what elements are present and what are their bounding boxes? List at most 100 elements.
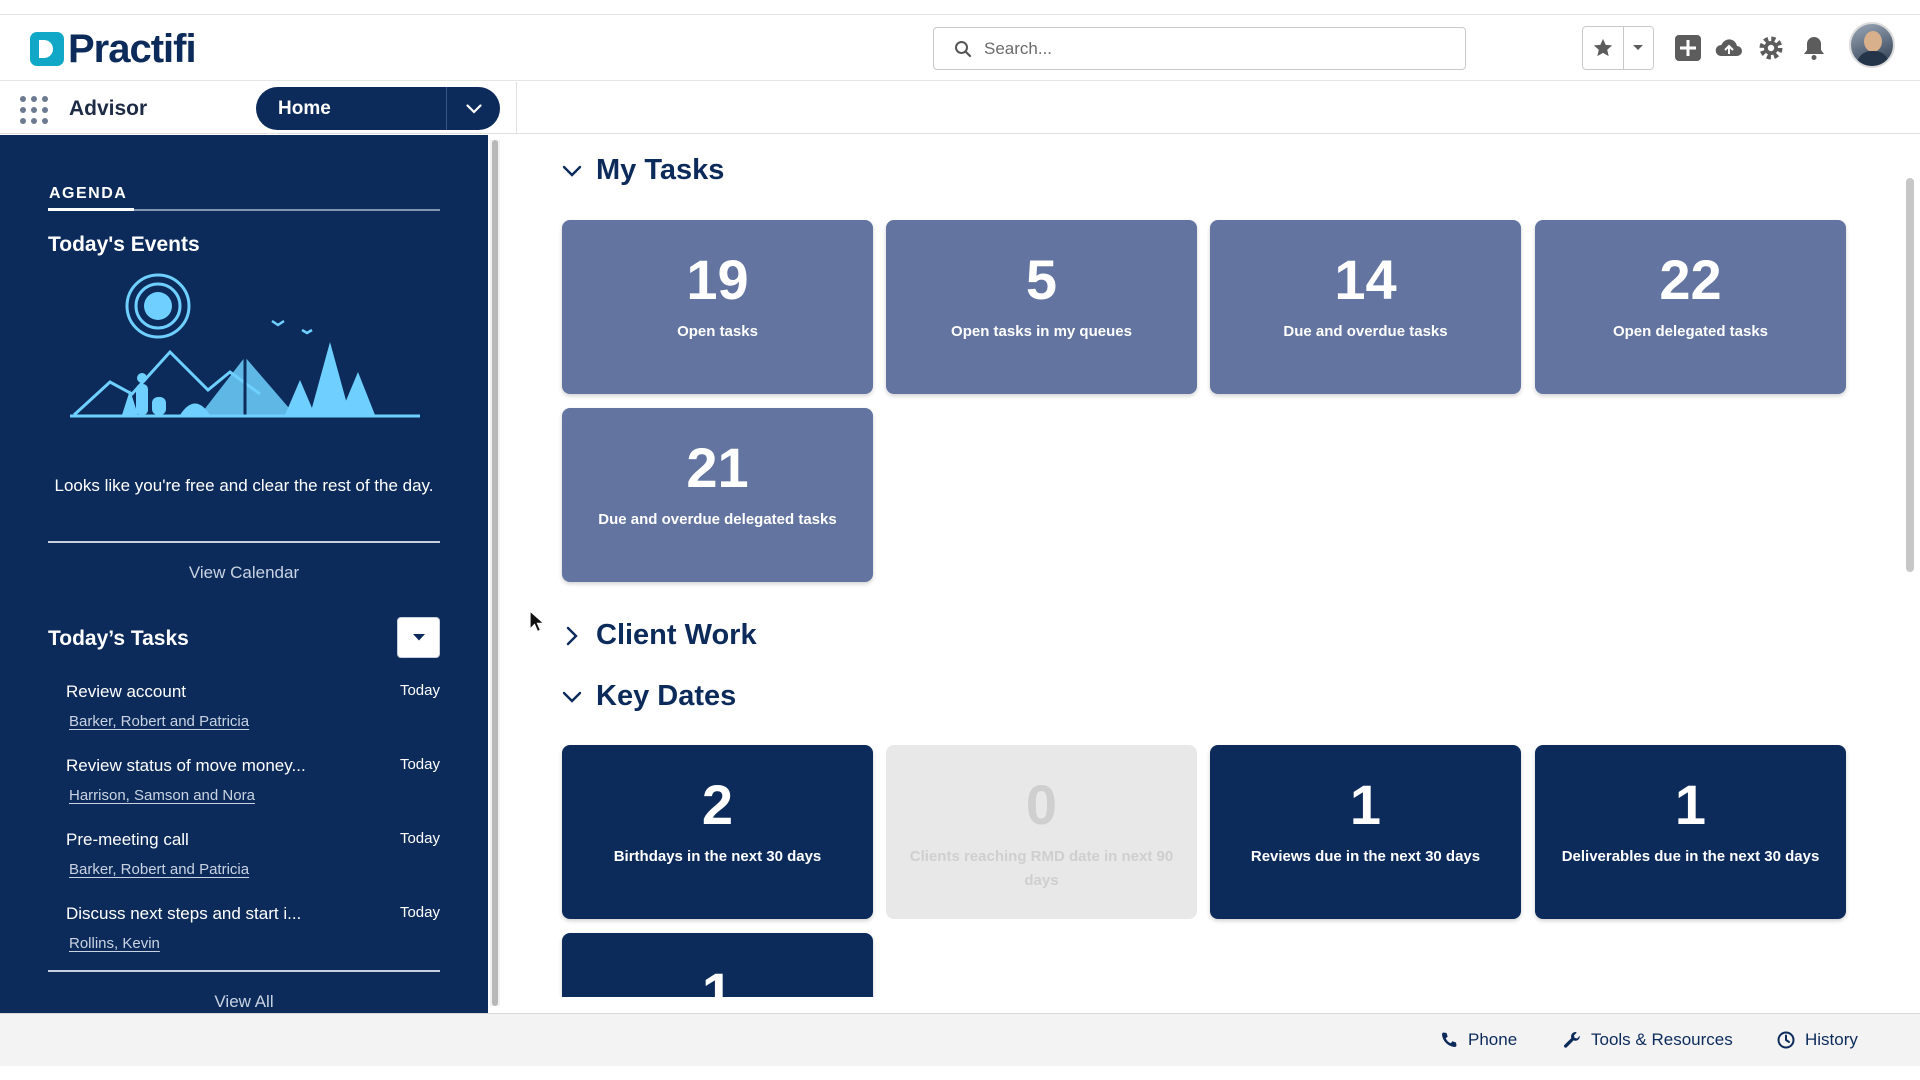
chevron-down-icon — [465, 103, 482, 114]
key-dates-header[interactable]: Key Dates — [560, 680, 736, 713]
stat-tile-empty: 0 Clients reaching RMD date in next 90 d… — [886, 745, 1197, 919]
client-work-header[interactable]: Client Work — [560, 619, 757, 652]
notifications-button[interactable] — [1799, 33, 1829, 63]
global-actions-button[interactable] — [1673, 33, 1703, 63]
app-name: Advisor — [69, 97, 148, 120]
history-label[interactable]: History — [1805, 1030, 1858, 1050]
section-title: Key Dates — [596, 680, 737, 712]
stat-tile[interactable]: 1 — [562, 933, 873, 997]
tile-value: 2 — [701, 773, 734, 836]
nav-divider — [516, 82, 517, 134]
task-item[interactable]: Review account Today Barker, Robert and … — [66, 682, 440, 742]
camping-illustration — [70, 273, 420, 418]
tab-agenda[interactable]: AGENDA — [49, 185, 127, 203]
task-related-link[interactable]: Harrison, Samson and Nora — [69, 787, 255, 804]
tile-label: Birthdays in the next 30 days — [613, 848, 822, 865]
task-title[interactable]: Review status of move money... — [66, 756, 306, 776]
setup-button[interactable] — [1756, 33, 1786, 63]
task-related-link[interactable]: Barker, Robert and Patricia — [69, 861, 249, 878]
nav-home-label[interactable]: Home — [256, 98, 446, 120]
tile-value: 14 — [1334, 248, 1397, 311]
task-item[interactable]: Review status of move money... Today Har… — [66, 756, 440, 816]
help-button[interactable] — [1714, 33, 1744, 63]
global-header: Practifi — [0, 15, 1920, 81]
tile-value: 0 — [1025, 773, 1058, 836]
top-strip — [0, 0, 1920, 15]
section-title: Client Work — [596, 619, 757, 651]
tile-label: Reviews due in the next 30 days — [1250, 848, 1481, 865]
logo-mark-icon — [30, 32, 64, 66]
tools-label[interactable]: Tools & Resources — [1591, 1030, 1733, 1050]
tile-value: 1 — [701, 961, 734, 997]
task-title[interactable]: Review account — [66, 682, 186, 702]
bottom-strip — [0, 1066, 1920, 1080]
history-utility-button[interactable]: History — [1777, 1030, 1858, 1050]
chevron-down-icon — [1633, 45, 1644, 50]
free-message: Looks like you're free and clear the res… — [54, 476, 434, 495]
utility-bar: Phone Tools & Resources History — [0, 1013, 1920, 1066]
app-launcher-icon[interactable] — [20, 96, 48, 124]
tile-label: Open tasks — [677, 323, 758, 340]
wrench-icon — [1564, 1032, 1580, 1048]
agenda-sidebar: AGENDA Today's Events Looks like you're … — [0, 135, 488, 1013]
phone-icon — [1441, 1032, 1457, 1048]
tasks-filter-button[interactable] — [397, 617, 440, 658]
chevron-down-icon[interactable] — [560, 159, 584, 183]
stat-tile[interactable]: 1 Reviews due in the next 30 days — [1210, 745, 1521, 919]
practifi-logo[interactable]: Practifi — [30, 26, 197, 71]
global-search[interactable] — [933, 27, 1466, 70]
tile-value: 22 — [1659, 248, 1722, 311]
sidebar-scrollbar[interactable] — [490, 140, 500, 1006]
view-calendar-link[interactable]: View Calendar — [48, 563, 440, 583]
stat-tile[interactable]: 14 Due and overdue tasks — [1210, 220, 1521, 394]
stat-tile[interactable]: 22 Open delegated tasks — [1535, 220, 1846, 394]
task-related-link[interactable]: Barker, Robert and Patricia — [69, 713, 249, 730]
nav-menu-dropdown[interactable] — [446, 87, 500, 130]
bell-icon — [1804, 37, 1824, 60]
nav-home-pill[interactable]: Home — [256, 87, 500, 130]
main-scrollbar[interactable] — [1906, 178, 1914, 572]
search-icon — [955, 40, 972, 57]
search-input[interactable] — [984, 38, 1424, 59]
phone-label[interactable]: Phone — [1468, 1030, 1517, 1050]
favorites-group — [1582, 26, 1654, 70]
tile-label: Due and overdue tasks — [1283, 323, 1448, 340]
task-related-link[interactable]: Rollins, Kevin — [69, 935, 160, 952]
tile-label: Open delegated tasks — [1612, 323, 1769, 340]
sidebar-scrollbar-thumb[interactable] — [492, 140, 498, 1006]
phone-utility-button[interactable]: Phone — [1440, 1030, 1517, 1050]
tile-label: Open tasks in my queues — [951, 323, 1132, 340]
task-date: Today — [399, 904, 440, 921]
chevron-right-icon[interactable] — [560, 624, 584, 648]
favorites-star-button[interactable] — [1583, 27, 1624, 69]
tile-value: 19 — [686, 248, 749, 311]
logo-text: Practifi — [68, 26, 197, 71]
stat-tile[interactable]: 19 Open tasks — [562, 220, 873, 394]
tools-utility-button[interactable]: Tools & Resources — [1563, 1030, 1733, 1050]
cloud-help-icon — [1715, 39, 1742, 56]
divider — [48, 970, 440, 972]
tile-value: 21 — [686, 436, 749, 499]
stat-tile[interactable]: 2 Birthdays in the next 30 days — [562, 745, 873, 919]
clock-icon — [1777, 1031, 1795, 1049]
section-title: My Tasks — [596, 154, 725, 186]
task-title[interactable]: Pre-meeting call — [66, 830, 189, 850]
avatar[interactable] — [1849, 22, 1895, 68]
star-icon — [1593, 38, 1613, 57]
task-item[interactable]: Discuss next steps and start i... Today … — [66, 904, 440, 964]
task-item[interactable]: Pre-meeting call Today Barker, Robert an… — [66, 830, 440, 890]
mouse-cursor-icon — [529, 610, 545, 633]
tile-label: Clients reaching RMD date in next 90 day… — [909, 848, 1174, 889]
stat-tile[interactable]: 1 Deliverables due in the next 30 days — [1535, 745, 1846, 919]
tile-label: Due and overdue delegated tasks — [598, 511, 837, 528]
chevron-down-icon — [412, 634, 425, 641]
favorites-dropdown-button[interactable] — [1624, 27, 1653, 69]
task-title[interactable]: Discuss next steps and start i... — [66, 904, 301, 924]
stat-tile[interactable]: 21 Due and overdue delegated tasks — [562, 408, 873, 582]
view-all-link[interactable]: View All — [48, 992, 440, 1012]
my-tasks-header[interactable]: My Tasks — [560, 154, 724, 187]
todays-events-heading: Today's Events — [48, 233, 200, 256]
stat-tile[interactable]: 5 Open tasks in my queues — [886, 220, 1197, 394]
tile-value: 1 — [1349, 773, 1382, 836]
chevron-down-icon[interactable] — [560, 685, 584, 709]
